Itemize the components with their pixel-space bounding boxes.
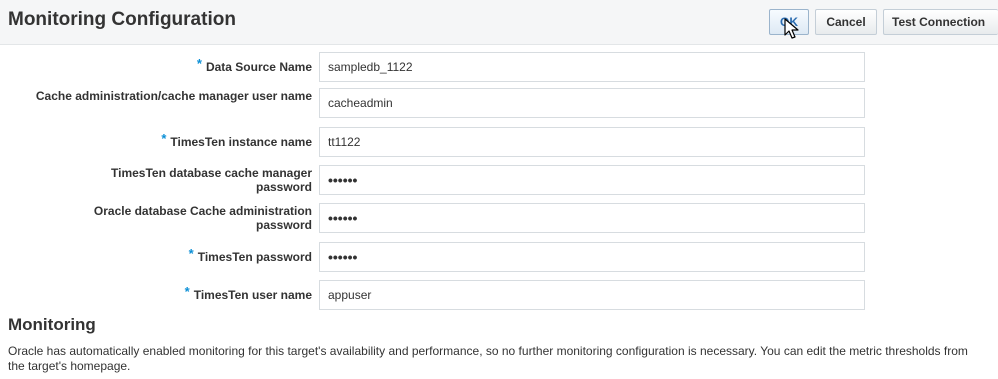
cancel-button[interactable]: Cancel: [815, 9, 877, 35]
timesten-instance-name-input[interactable]: tt1122: [319, 127, 865, 157]
timesten-user-name-input[interactable]: appuser: [319, 280, 865, 310]
cache-admin-user-name-label: Cache administration/cache manager user …: [35, 89, 312, 103]
data-source-name-label: * Data Source Name: [196, 56, 312, 75]
cache-admin-user-name-input[interactable]: cacheadmin: [319, 88, 865, 118]
required-marker: *: [184, 284, 190, 299]
cache-manager-password-label: TimesTen database cache manager password: [111, 166, 312, 194]
cache-admin-password-label: Oracle database Cache administration pas…: [93, 204, 312, 232]
required-marker: *: [161, 131, 167, 146]
data-source-name-input[interactable]: sampledb_1122: [319, 52, 865, 82]
monitoring-section-title: Monitoring: [8, 315, 96, 334]
required-marker: *: [188, 246, 194, 261]
timesten-password-input[interactable]: ••••••: [319, 242, 865, 272]
required-marker: *: [196, 56, 202, 71]
monitoring-description: Oracle has automatically enabled monitor…: [8, 344, 968, 373]
ok-button[interactable]: OK: [769, 9, 809, 35]
timesten-password-label: * TimesTen password: [188, 246, 312, 265]
page-title: Monitoring Configuration: [8, 9, 236, 30]
cache-admin-password-input[interactable]: ••••••: [319, 203, 865, 233]
timesten-instance-name-label: * TimesTen instance name: [161, 131, 312, 150]
cache-manager-password-input[interactable]: ••••••: [319, 165, 865, 195]
timesten-user-name-label: * TimesTen user name: [184, 284, 312, 303]
test-connection-button[interactable]: Test Connection: [883, 9, 998, 35]
